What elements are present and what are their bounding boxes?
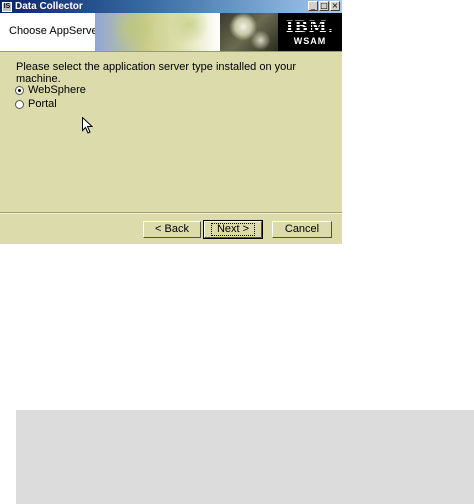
close-icon[interactable]: × (330, 1, 340, 11)
radio-option-websphere[interactable]: WebSphere (15, 84, 86, 96)
radio-option-portal[interactable]: Portal (15, 98, 57, 110)
window-title: Data Collector (15, 1, 83, 12)
wizard-header: Choose AppServer IBM. WSAM (0, 13, 342, 52)
window-controls: _ □ × (308, 1, 340, 11)
banner-photo (220, 13, 278, 51)
button-bar-divider (0, 212, 342, 214)
background-panel (16, 410, 474, 504)
cancel-button-label: Cancel (284, 223, 320, 235)
cancel-button[interactable]: Cancel (272, 221, 332, 238)
radio-label-websphere[interactable]: WebSphere (28, 84, 86, 96)
maximize-icon[interactable]: □ (319, 1, 329, 11)
back-button[interactable]: < Back (143, 221, 201, 238)
page-title: Choose AppServer (9, 25, 102, 37)
logo-brand: IBM. (285, 17, 335, 36)
app-icon: IS (2, 1, 12, 12)
next-button[interactable]: Next > (203, 220, 263, 239)
radio-label-portal[interactable]: Portal (28, 98, 57, 110)
back-button-label: < Back (155, 223, 189, 235)
banner-graphic (95, 13, 220, 51)
title-bar[interactable]: IS Data Collector _ □ × (0, 0, 342, 13)
logo-product: WSAM (293, 36, 327, 46)
data-collector-window: IS Data Collector _ □ × Choose AppServer… (0, 0, 342, 244)
ibm-wsam-logo: IBM. WSAM (278, 13, 342, 51)
next-button-label: Next > (210, 223, 256, 236)
radio-button-checked-icon[interactable] (15, 85, 24, 95)
instruction-text: Please select the application server typ… (16, 61, 297, 85)
radio-button-unchecked-icon[interactable] (15, 99, 24, 109)
minimize-icon[interactable]: _ (308, 1, 318, 11)
